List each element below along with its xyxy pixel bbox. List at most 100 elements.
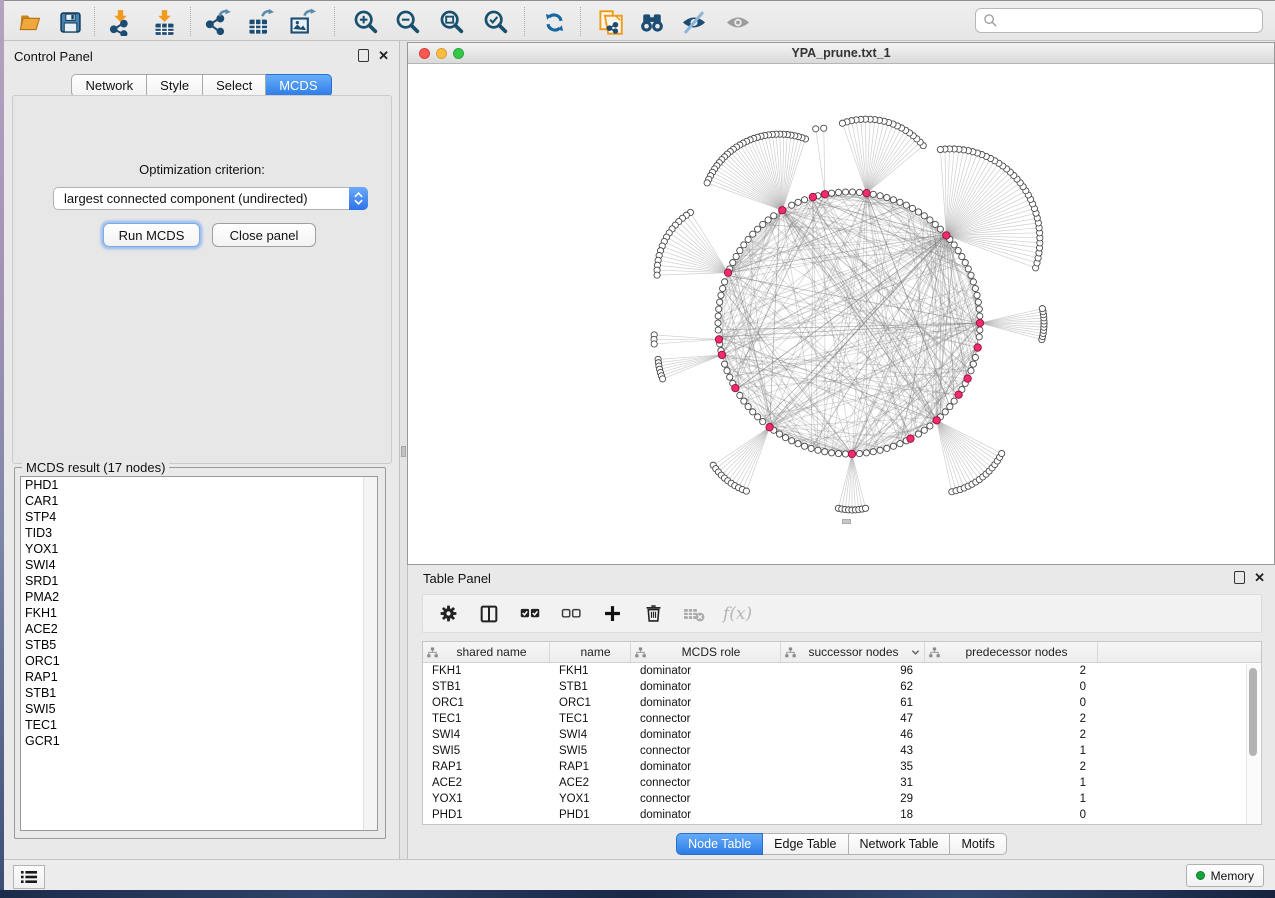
cell: ACE2 [423,775,550,791]
import-table-icon[interactable] [150,8,178,36]
close-panel-button[interactable]: Close panel [212,223,316,247]
cell: dominator [631,679,781,695]
column-header-name[interactable]: name [550,642,631,662]
network-window-titlebar[interactable]: YPA_prune.txt_1 [408,43,1274,64]
clone-network-icon[interactable] [596,8,624,36]
float-panel-icon[interactable] [358,49,369,62]
network-view-window: YPA_prune.txt_1 [407,42,1275,565]
tab-node-table[interactable]: Node Table [676,833,763,855]
table-scrollbar-thumb[interactable] [1249,668,1257,756]
import-network-icon[interactable] [106,8,134,36]
mcds-result-item[interactable]: TID3 [21,525,377,541]
mcds-result-item[interactable]: ORC1 [21,653,377,669]
cell: dominator [631,663,781,679]
table-row[interactable]: SWI4SWI4dominator462 [423,727,1261,743]
table-row[interactable]: ACE2ACE2connector311 [423,775,1261,791]
split-panel-icon[interactable] [477,602,501,626]
cell: 96 [781,663,925,679]
task-history-button[interactable] [13,865,45,889]
zoom-selected-icon[interactable] [482,8,510,36]
export-network-icon[interactable] [204,8,232,36]
zoom-in-icon[interactable] [352,8,380,36]
cell: 0 [925,695,1098,711]
mcds-result-item[interactable]: FKH1 [21,605,377,621]
cell: dominator [631,727,781,743]
splitter-handle[interactable] [401,446,406,457]
mcds-result-item[interactable]: CAR1 [21,493,377,509]
column-header-predecessor-nodes[interactable]: predecessor nodes [925,642,1098,662]
mcds-result-item[interactable]: SWI4 [21,557,377,573]
tab-select[interactable]: Select [203,74,266,97]
tab-network[interactable]: Network [71,74,147,97]
mcds-result-list[interactable]: PHD1CAR1STP4TID3YOX1SWI4SRD1PMA2FKH1ACE2… [20,476,378,831]
tab-motifs[interactable]: Motifs [950,833,1006,855]
tab-style[interactable]: Style [147,74,203,97]
cell: SWI5 [423,743,550,759]
tab-edge-table[interactable]: Edge Table [763,833,848,855]
memory-button[interactable]: Memory [1186,864,1264,887]
mcds-result-item[interactable]: ACE2 [21,621,377,637]
zoom-fit-icon[interactable] [438,8,466,36]
mcds-result-item[interactable]: PMA2 [21,589,377,605]
node-table: shared namenameMCDS rolesuccessor nodesp… [422,641,1262,825]
table-row[interactable]: STB1STB1dominator620 [423,679,1261,695]
open-file-icon[interactable] [16,8,44,36]
cell: 2 [925,727,1098,743]
hide-selected-eye-icon[interactable] [680,8,708,36]
zoom-out-icon[interactable] [394,8,422,36]
column-namespace-icon [427,647,438,658]
float-table-panel-icon[interactable] [1234,571,1245,584]
mcds-list-scrollbar[interactable] [363,477,377,830]
tab-network-table[interactable]: Network Table [849,833,951,855]
gear-icon[interactable] [436,602,460,626]
column-header-successor-nodes[interactable]: successor nodes [781,642,925,662]
table-row[interactable]: ORC1ORC1dominator610 [423,695,1261,711]
mcds-result-item[interactable]: YOX1 [21,541,377,557]
export-image-icon[interactable] [288,8,316,36]
cell: 47 [781,711,925,727]
column-header-shared-name[interactable]: shared name [423,642,550,662]
delete-column-trash-icon[interactable] [641,602,665,626]
mcds-result-item[interactable]: SWI5 [21,701,377,717]
close-table-panel-icon[interactable]: ✕ [1254,572,1265,583]
refresh-view-icon[interactable] [540,8,568,36]
table-panel-title: Table Panel [423,571,491,586]
table-row[interactable]: RAP1RAP1dominator352 [423,759,1261,775]
network-canvas[interactable] [408,64,1274,564]
show-all-eye-icon[interactable] [724,8,752,36]
save-session-icon[interactable] [56,8,84,36]
table-row[interactable]: SWI5SWI5connector431 [423,743,1261,759]
find-binoculars-icon[interactable] [638,8,666,36]
table-scrollbar[interactable] [1246,664,1260,824]
table-row[interactable]: PHD1PHD1dominator180 [423,807,1261,823]
run-mcds-button[interactable]: Run MCDS [103,223,200,247]
column-header-MCDS-role[interactable]: MCDS role [631,642,781,662]
close-panel-icon[interactable]: ✕ [378,50,389,61]
add-column-icon[interactable] [600,602,624,626]
mcds-result-item[interactable]: SRD1 [21,573,377,589]
select-all-icon[interactable] [518,602,542,626]
table-row[interactable]: TEC1TEC1connector472 [423,711,1261,727]
table-row[interactable]: YOX1YOX1connector291 [423,791,1261,807]
tab-mcds[interactable]: MCDS [266,74,331,97]
toolbar-separator [580,7,581,36]
search-field[interactable] [975,8,1263,33]
criterion-dropdown[interactable]: largest connected component (undirected) [53,187,368,210]
mcds-result-item[interactable]: PHD1 [21,477,377,493]
deselect-all-icon[interactable] [559,602,583,626]
export-table-icon[interactable] [246,8,274,36]
mcds-result-item[interactable]: RAP1 [21,669,377,685]
mcds-result-item[interactable]: STB5 [21,637,377,653]
toolbar-separator [94,7,95,36]
cell: YOX1 [550,791,631,807]
horizontal-splitter-handle[interactable] [842,519,851,524]
mcds-result-item[interactable]: GCR1 [21,733,377,749]
search-input[interactable] [998,12,1262,29]
mcds-result-item[interactable]: STB1 [21,685,377,701]
mcds-result-item[interactable]: TEC1 [21,717,377,733]
vertical-splitter[interactable] [400,41,407,859]
mcds-result-item[interactable]: STP4 [21,509,377,525]
table-toolbar: f(x) [422,594,1262,633]
table-row[interactable]: FKH1FKH1dominator962 [423,663,1261,679]
table-panel: Table Panel ✕ [407,565,1275,859]
